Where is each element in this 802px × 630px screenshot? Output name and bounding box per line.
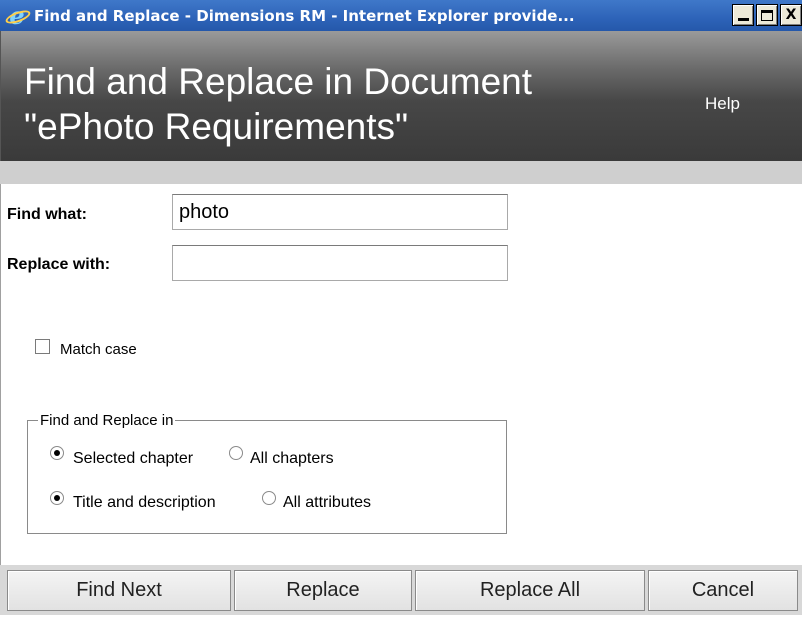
radio-label-title-and-description: Title and description bbox=[73, 494, 216, 511]
internet-explorer-icon: e bbox=[4, 2, 32, 29]
dialog-header: Find and Replace in Document "ePhoto Req… bbox=[0, 31, 802, 161]
close-icon: X bbox=[785, 7, 797, 23]
minimize-icon bbox=[737, 18, 749, 21]
window-bottom-edge bbox=[0, 615, 802, 630]
header-divider bbox=[0, 161, 802, 184]
minimize-button[interactable] bbox=[732, 4, 754, 26]
page-title: Find and Replace in Document "ePhoto Req… bbox=[24, 61, 533, 147]
radio-all-attributes[interactable] bbox=[262, 491, 276, 505]
replace-with-label: Replace with: bbox=[7, 256, 111, 273]
radio-label-selected-chapter: Selected chapter bbox=[73, 450, 194, 467]
radio-label-all-attributes: All attributes bbox=[283, 494, 372, 511]
radio-all-chapters[interactable] bbox=[229, 446, 243, 460]
find-what-label: Find what: bbox=[7, 206, 87, 223]
find-what-input[interactable] bbox=[172, 194, 508, 230]
group-legend: Find and Replace in bbox=[40, 412, 174, 429]
button-bar: Find Next Replace Replace All Cancel bbox=[0, 565, 802, 615]
replace-all-button[interactable]: Replace All bbox=[415, 570, 645, 611]
window-title: Find and Replace - Dimensions RM - Inter… bbox=[34, 6, 575, 25]
close-button[interactable]: X bbox=[780, 4, 802, 26]
replace-with-input[interactable] bbox=[172, 245, 508, 281]
replace-button[interactable]: Replace bbox=[234, 570, 412, 611]
help-link[interactable]: Help bbox=[705, 94, 740, 114]
radio-label-all-chapters: All chapters bbox=[250, 450, 334, 467]
radio-selected-chapter[interactable] bbox=[50, 446, 64, 460]
radio-title-and-description[interactable] bbox=[50, 491, 64, 505]
maximize-icon bbox=[761, 9, 773, 21]
find-next-button[interactable]: Find Next bbox=[7, 570, 231, 611]
window-controls: X bbox=[732, 4, 802, 26]
match-case-checkbox[interactable] bbox=[35, 339, 50, 354]
match-case-label: Match case bbox=[60, 341, 137, 358]
window-titlebar[interactable]: e Find and Replace - Dimensions RM - Int… bbox=[0, 0, 802, 31]
find-replace-in-group: Find and Replace in bbox=[27, 412, 507, 534]
maximize-button[interactable] bbox=[756, 4, 778, 26]
cancel-button[interactable]: Cancel bbox=[648, 570, 798, 611]
